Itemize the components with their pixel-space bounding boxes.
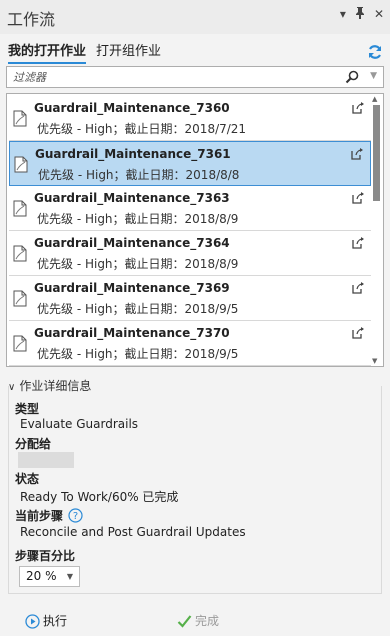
job-meta: 优先级 - High；截止日期：2018/7/21 [37, 122, 247, 136]
job-document-icon [13, 335, 27, 352]
current-step-value: Reconcile and Post Guardrail Updates [20, 525, 246, 539]
action-footer: 执行 完成 [0, 604, 390, 636]
job-tabs: 我的打开作业 打开组作业 [0, 36, 390, 64]
refresh-icon[interactable] [367, 44, 383, 60]
job-row[interactable]: Guardrail_Maintenance_7360 优先级 - High；截止… [9, 96, 371, 141]
step-percent-label: 步骤百分比 [15, 549, 76, 563]
execute-button[interactable]: 执行 [25, 612, 67, 629]
job-name: Guardrail_Maintenance_7364 [34, 236, 230, 250]
open-job-icon[interactable] [352, 236, 365, 249]
job-row[interactable]: Guardrail_Maintenance_7363 优先级 - High；截止… [9, 186, 371, 231]
assigned-label: 分配给 [15, 437, 52, 451]
job-name: Guardrail_Maintenance_7363 [34, 191, 230, 205]
job-name: Guardrail_Maintenance_7369 [34, 281, 230, 295]
job-name: Guardrail_Maintenance_7360 [34, 101, 230, 115]
job-list-scrollbar[interactable]: ▲ ▼ [372, 95, 381, 365]
tab-my-open-jobs[interactable]: 我的打开作业 [8, 40, 87, 64]
execute-label: 执行 [43, 614, 68, 628]
status-value: Ready To Work/60% 已完成 [20, 490, 179, 504]
job-row[interactable]: Guardrail_Maintenance_7370 优先级 - High；截止… [9, 321, 371, 366]
job-document-icon [13, 245, 27, 262]
pane-titlebar: 工作流 ▾ ✕ [0, 0, 390, 34]
open-job-icon[interactable] [352, 326, 365, 339]
scroll-up-icon[interactable]: ▲ [372, 95, 377, 103]
job-document-icon [13, 200, 27, 217]
job-list: Guardrail_Maintenance_7360 优先级 - High；截止… [6, 93, 384, 367]
job-meta: 优先级 - High；截止日期：2018/9/5 [37, 347, 239, 361]
job-document-icon [13, 110, 27, 127]
close-icon[interactable]: ✕ [374, 7, 384, 22]
step-percent-value: 20 % [26, 569, 57, 583]
job-row[interactable]: Guardrail_Maintenance_7364 优先级 - High；截止… [9, 231, 371, 276]
job-name: Guardrail_Maintenance_7361 [35, 147, 231, 161]
job-row-selected[interactable]: Guardrail_Maintenance_7361 优先级 - High；截止… [9, 141, 371, 186]
job-name: Guardrail_Maintenance_7370 [34, 326, 230, 340]
status-label: 状态 [15, 472, 40, 486]
current-step-label: 当前步骤 [15, 509, 64, 523]
play-icon [25, 614, 40, 629]
job-meta: 优先级 - High；截止日期：2018/8/8 [38, 168, 240, 182]
complete-label: 完成 [195, 614, 220, 628]
check-icon [177, 615, 192, 628]
complete-button[interactable]: 完成 [177, 612, 219, 629]
type-value: Evaluate Guardrails [20, 417, 139, 431]
chevron-down-icon: ▼ [66, 572, 73, 581]
scroll-thumb[interactable] [373, 105, 380, 201]
job-document-icon [13, 290, 27, 307]
pane-menu-icon[interactable]: ▾ [340, 7, 346, 22]
open-job-icon[interactable] [352, 281, 365, 294]
open-job-icon[interactable] [351, 147, 364, 160]
help-icon[interactable]: ? [68, 508, 83, 523]
job-row[interactable]: Guardrail_Maintenance_7369 优先级 - High；截止… [9, 276, 371, 321]
job-document-icon [14, 156, 28, 173]
filter-input[interactable] [7, 67, 327, 87]
step-percent-select[interactable]: 20 % ▼ [19, 566, 80, 587]
pin-icon[interactable] [355, 7, 365, 22]
open-job-icon[interactable] [352, 101, 365, 114]
pane-title: 工作流 [7, 10, 56, 29]
assignee-value-redacted [18, 452, 74, 468]
job-meta: 优先级 - High；截止日期：2018/8/9 [37, 257, 239, 271]
open-job-icon[interactable] [352, 191, 365, 204]
filter-dropdown-icon[interactable]: ▼ [370, 71, 377, 81]
type-label: 类型 [15, 402, 40, 416]
search-icon[interactable] [345, 70, 359, 84]
job-meta: 优先级 - High；截止日期：2018/8/9 [37, 212, 239, 226]
job-meta: 优先级 - High；截止日期：2018/9/5 [37, 302, 239, 316]
scroll-down-icon[interactable]: ▼ [372, 357, 377, 365]
filter-box: ▼ [6, 66, 384, 88]
tab-open-group-jobs[interactable]: 打开组作业 [96, 40, 161, 59]
svg-text:?: ? [73, 511, 78, 522]
